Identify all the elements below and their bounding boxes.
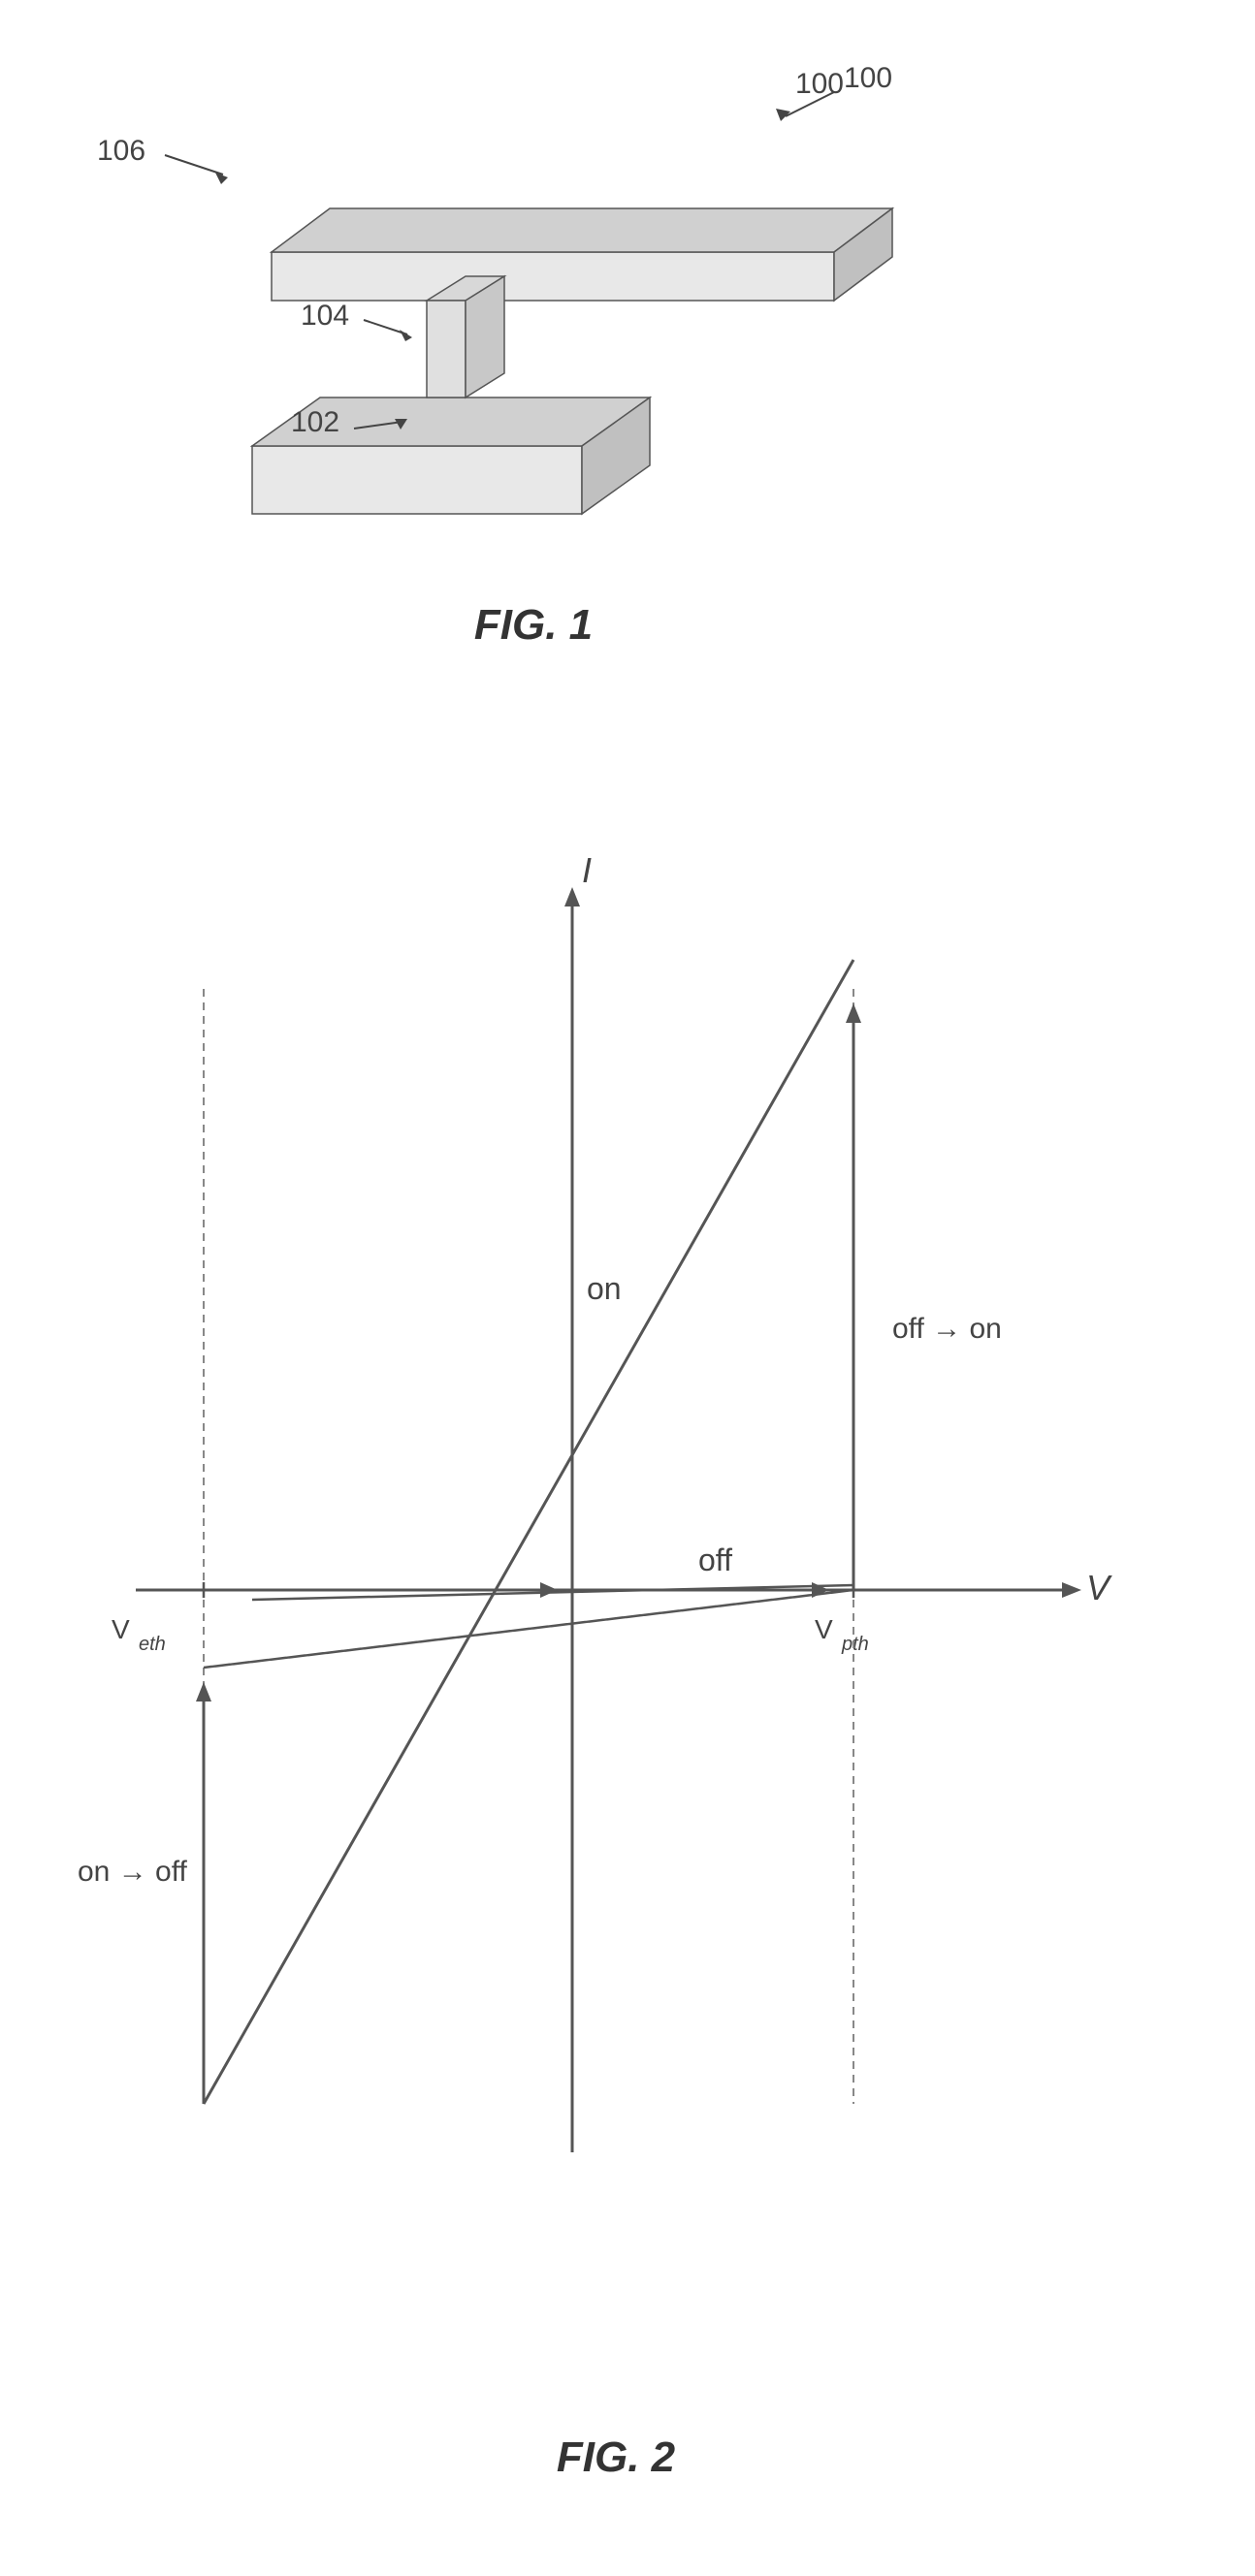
ref-102-arrow: 102 [291,407,417,465]
svg-text:eth: eth [139,1634,166,1655]
fig1-container: 100 100 106 [97,58,970,659]
fig2-container: I V V eth V pth [58,795,1174,2492]
fig1-label: FIG. 1 [474,601,593,650]
svg-text:on: on [587,1271,622,1306]
svg-text:104: 104 [301,301,349,332]
fig1-drawing [175,116,950,562]
svg-text:V: V [815,1614,833,1644]
svg-text:100: 100 [844,62,892,94]
ref-104-arrow: 104 [301,301,427,359]
svg-text:pth: pth [841,1634,869,1655]
fig2-drawing: I V V eth V pth [58,795,1174,2424]
svg-text:I: I [582,850,592,890]
svg-text:V: V [1086,1568,1112,1607]
svg-text:V: V [112,1614,130,1644]
svg-text:106: 106 [97,136,145,167]
svg-text:off → on: off → on [892,1313,1002,1345]
svg-text:on → off: on → off [78,1856,188,1888]
page: 100 100 106 [0,0,1255,2576]
fig2-label: FIG. 2 [557,2433,675,2482]
svg-text:102: 102 [291,407,339,438]
svg-text:off: off [698,1542,732,1577]
